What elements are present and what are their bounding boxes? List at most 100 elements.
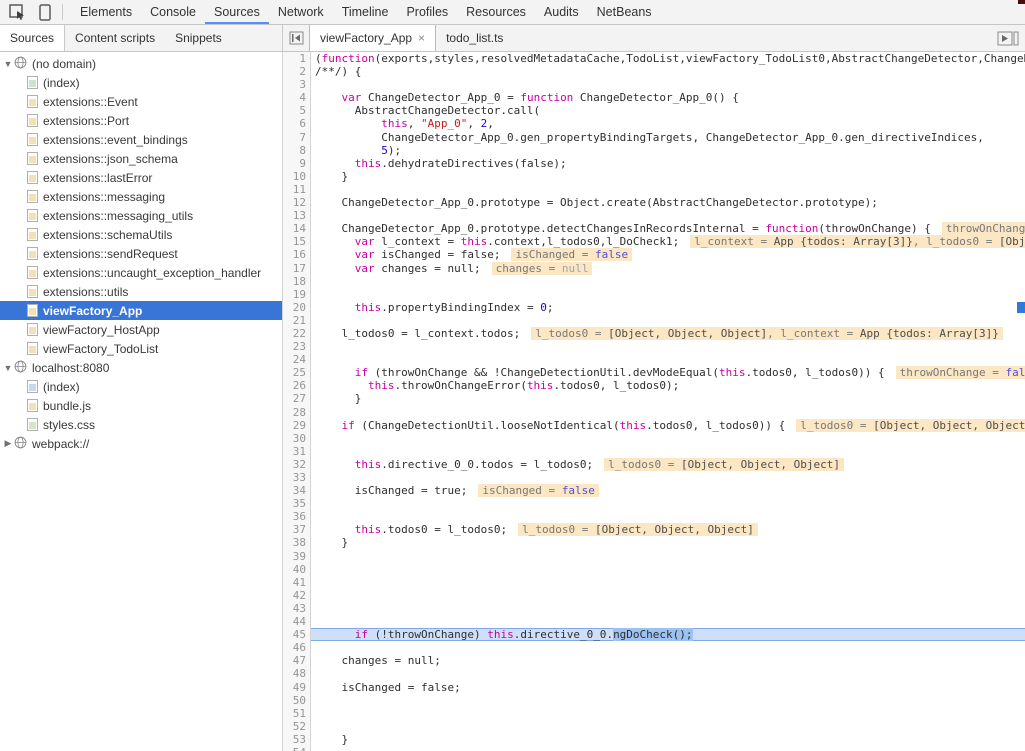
line-number[interactable]: 26: [283, 379, 311, 392]
code-text[interactable]: [311, 445, 1025, 458]
line-number[interactable]: 11: [283, 183, 311, 196]
line-number[interactable]: 17: [283, 262, 311, 275]
line-number[interactable]: 5: [283, 104, 311, 117]
line-number[interactable]: 1: [283, 52, 311, 65]
line-number[interactable]: 25: [283, 366, 311, 379]
code-text[interactable]: ChangeDetector_App_0.prototype.detectCha…: [311, 222, 1025, 235]
panel-tab-audits[interactable]: Audits: [535, 0, 588, 24]
code-text[interactable]: [311, 720, 1025, 733]
line-number[interactable]: 13: [283, 209, 311, 222]
domain-item-no-domain[interactable]: ▼(no domain): [0, 54, 282, 73]
line-number[interactable]: 47: [283, 654, 311, 667]
sidebar-item-viewfactory-app[interactable]: viewFactory_App: [0, 301, 282, 320]
code-text[interactable]: [311, 471, 1025, 484]
code-text[interactable]: [311, 589, 1025, 602]
code-text[interactable]: if (throwOnChange && !ChangeDetectionUti…: [311, 366, 1025, 379]
sidebar-item-extensions-messaging-utils[interactable]: extensions::messaging_utils: [0, 206, 282, 225]
code-text[interactable]: [311, 602, 1025, 615]
line-number[interactable]: 52: [283, 720, 311, 733]
sidebar-item-extensions-lasterror[interactable]: extensions::lastError: [0, 168, 282, 187]
line-number[interactable]: 48: [283, 667, 311, 680]
code-text[interactable]: var ChangeDetector_App_0 = function Chan…: [311, 91, 1025, 104]
code-text[interactable]: }: [311, 536, 1025, 549]
sidebar-item-index[interactable]: (index): [0, 73, 282, 92]
panel-tab-resources[interactable]: Resources: [457, 0, 535, 24]
code-text[interactable]: [311, 432, 1025, 445]
line-number[interactable]: 38: [283, 536, 311, 549]
code-text[interactable]: [311, 275, 1025, 288]
code-text[interactable]: if (!throwOnChange) this.directive_0_0.n…: [311, 628, 1025, 641]
panel-tab-network[interactable]: Network: [269, 0, 333, 24]
code-text[interactable]: isChanged = true;isChanged = false: [311, 484, 1025, 497]
code-text[interactable]: [311, 667, 1025, 680]
code-text[interactable]: /**/) {: [311, 65, 1025, 78]
domain-item-localhost-8080[interactable]: ▼localhost:8080: [0, 358, 282, 377]
navigator-tab-content-scripts[interactable]: Content scripts: [65, 25, 165, 51]
line-number[interactable]: 21: [283, 314, 311, 327]
sidebar-item-styles-css[interactable]: styles.css: [0, 415, 282, 434]
line-number[interactable]: 42: [283, 589, 311, 602]
sidebar-item-bundle-js[interactable]: bundle.js: [0, 396, 282, 415]
line-number[interactable]: 51: [283, 707, 311, 720]
sidebar-item-extensions-uncaught-exception-handler[interactable]: extensions::uncaught_exception_handler: [0, 263, 282, 282]
code-text[interactable]: this.directive_0_0.todos = l_todos0;l_to…: [311, 458, 1025, 471]
code-text[interactable]: [311, 353, 1025, 366]
line-number[interactable]: 33: [283, 471, 311, 484]
chevron-right-icon[interactable]: ▶: [2, 438, 14, 449]
code-text[interactable]: [311, 406, 1025, 419]
code-text[interactable]: 5);: [311, 144, 1025, 157]
code-text[interactable]: }: [311, 733, 1025, 746]
code-text[interactable]: [311, 615, 1025, 628]
line-number[interactable]: 29: [283, 419, 311, 432]
line-number[interactable]: 41: [283, 576, 311, 589]
panel-tab-timeline[interactable]: Timeline: [333, 0, 398, 24]
chevron-down-icon[interactable]: ▼: [2, 363, 14, 373]
code-text[interactable]: isChanged = false;: [311, 681, 1025, 694]
panel-tab-netbeans[interactable]: NetBeans: [588, 0, 661, 24]
line-number[interactable]: 46: [283, 641, 311, 654]
line-number[interactable]: 53: [283, 733, 311, 746]
code-text[interactable]: (function(exports,styles,resolvedMetadat…: [311, 52, 1025, 65]
sidebar-item-extensions-event[interactable]: extensions::Event: [0, 92, 282, 111]
line-number[interactable]: 15: [283, 235, 311, 248]
line-number[interactable]: 50: [283, 694, 311, 707]
line-number[interactable]: 40: [283, 563, 311, 576]
code-text[interactable]: [311, 183, 1025, 196]
code-text[interactable]: [311, 340, 1025, 353]
inspect-element-icon[interactable]: [8, 3, 26, 21]
code-text[interactable]: [311, 314, 1025, 327]
panel-tab-sources[interactable]: Sources: [205, 0, 269, 24]
sidebar-item-index[interactable]: (index): [0, 377, 282, 396]
line-number[interactable]: 24: [283, 353, 311, 366]
line-number[interactable]: 35: [283, 497, 311, 510]
line-number[interactable]: 19: [283, 288, 311, 301]
line-number[interactable]: 20: [283, 301, 311, 314]
chevron-down-icon[interactable]: ▼: [2, 59, 14, 69]
line-number[interactable]: 12: [283, 196, 311, 209]
code-text[interactable]: }: [311, 392, 1025, 405]
line-number[interactable]: 45: [283, 628, 311, 641]
code-text[interactable]: [311, 288, 1025, 301]
sidebar-item-extensions-schemautils[interactable]: extensions::schemaUtils: [0, 225, 282, 244]
line-number[interactable]: 44: [283, 615, 311, 628]
panel-tab-console[interactable]: Console: [141, 0, 205, 24]
line-number[interactable]: 43: [283, 602, 311, 615]
panel-tab-profiles[interactable]: Profiles: [397, 0, 457, 24]
close-tab-icon[interactable]: ×: [418, 31, 425, 45]
line-number[interactable]: 9: [283, 157, 311, 170]
code-text[interactable]: [311, 550, 1025, 563]
line-number[interactable]: 7: [283, 131, 311, 144]
code-text[interactable]: this, "App_0", 2,: [311, 117, 1025, 130]
code-text[interactable]: AbstractChangeDetector.call(: [311, 104, 1025, 117]
code-text[interactable]: [311, 746, 1025, 751]
line-number[interactable]: 30: [283, 432, 311, 445]
code-text[interactable]: if (ChangeDetectionUtil.looseNotIdentica…: [311, 419, 1025, 432]
line-number[interactable]: 2: [283, 65, 311, 78]
line-number[interactable]: 34: [283, 484, 311, 497]
code-text[interactable]: this.todos0 = l_todos0;l_todos0 = [Objec…: [311, 523, 1025, 536]
sidebar-item-extensions-event-bindings[interactable]: extensions::event_bindings: [0, 130, 282, 149]
line-number[interactable]: 37: [283, 523, 311, 536]
code-text[interactable]: var l_context = this.context,l_todos0,l_…: [311, 235, 1025, 248]
line-number[interactable]: 31: [283, 445, 311, 458]
line-number[interactable]: 16: [283, 248, 311, 261]
